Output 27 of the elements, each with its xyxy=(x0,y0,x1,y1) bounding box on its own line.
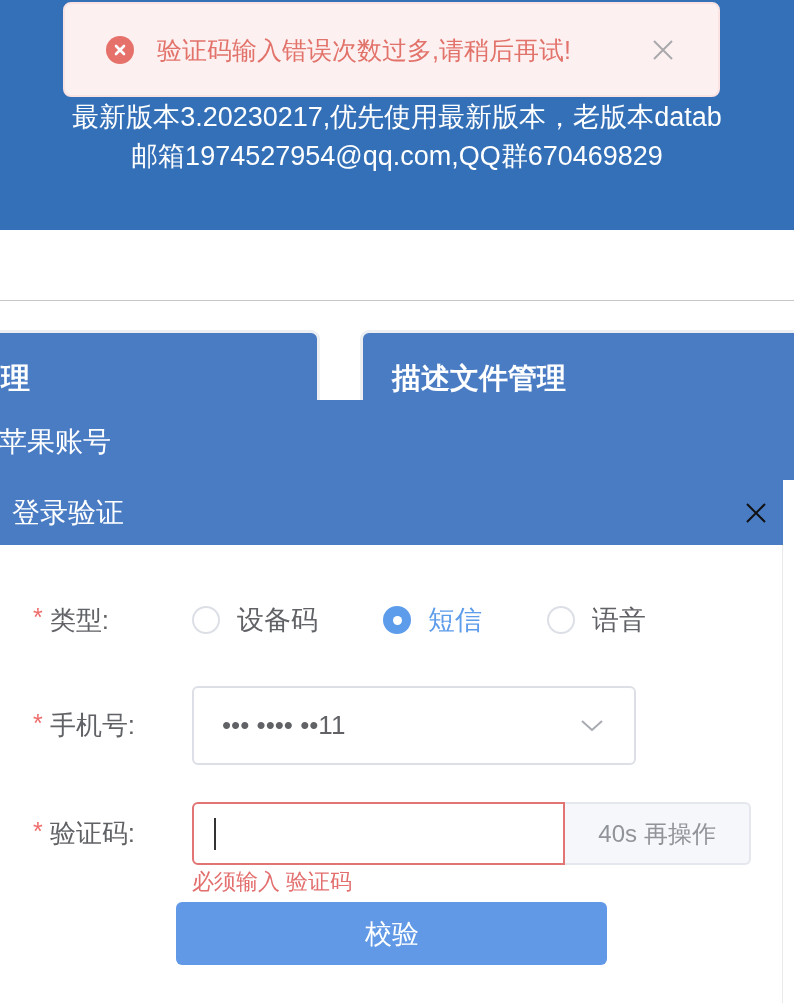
banner-text: 邮箱1974527954@qq.com,QQ群670469829 xyxy=(131,140,663,173)
error-message: 必须输入 验证码 xyxy=(192,869,353,895)
required-mark: * xyxy=(33,816,43,845)
banner-text: 最新版本3.20230217,优先使用最新版本，老版本datab xyxy=(72,101,722,134)
select-field[interactable]: ••• •••• ••11 xyxy=(192,686,636,765)
verify-button[interactable]: 校验 xyxy=(176,902,607,965)
close-icon[interactable] xyxy=(653,39,673,60)
error-icon xyxy=(106,35,134,64)
required-mark: * xyxy=(33,708,43,737)
toast-message: 验证码输入错误次数过多,请稍后再试! xyxy=(157,34,572,66)
radio-label[interactable]: 语音 xyxy=(592,602,646,638)
radio-label[interactable]: 设备码 xyxy=(237,602,318,638)
chevron-down-icon xyxy=(581,720,603,731)
tab[interactable]: 理 xyxy=(0,330,320,400)
tab[interactable]: 描述文件管理 xyxy=(360,330,794,400)
resend-button[interactable]: 40s 再操作 xyxy=(565,802,751,865)
text-cursor-icon xyxy=(214,817,216,850)
radio-label[interactable]: 短信 xyxy=(428,602,482,638)
section-title: 苹果账号 xyxy=(0,426,111,457)
dialog-title: 登录验证 xyxy=(12,495,124,530)
input-field[interactable] xyxy=(192,802,565,865)
close-icon[interactable] xyxy=(746,502,766,523)
form-label: 类型: xyxy=(49,603,109,637)
radio-button[interactable] xyxy=(383,606,411,634)
form-label: 手机号: xyxy=(49,709,135,742)
form-label: 验证码: xyxy=(49,817,135,850)
required-mark: * xyxy=(33,603,43,631)
